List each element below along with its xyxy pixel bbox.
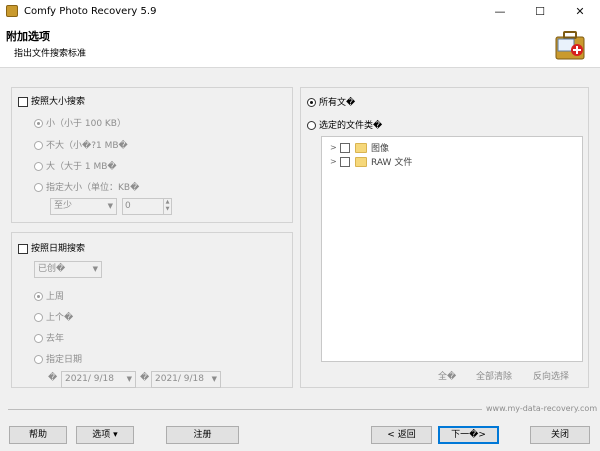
size-value: 0 [125,201,131,211]
tree-item-images[interactable]: > 图像 [330,141,389,154]
size-option-label: 不大（小�?1 MB� [46,141,128,151]
date-to-value: 2021/ 9/18 [155,374,205,384]
close-window-button[interactable]: ✕ [560,0,600,22]
spinner-arrows-icon[interactable]: ▲ ▼ [163,199,171,214]
close-button[interactable]: 关闭 [530,426,590,444]
date-option-last-month[interactable]: 上个� [34,310,73,323]
date-option-label: 指定日期 [46,355,83,365]
invert-selection-button[interactable]: 反向选择 [533,369,569,382]
maximize-button[interactable]: ☐ [520,0,560,22]
radio-icon[interactable] [307,121,316,130]
date-from-prefix: � [48,373,58,383]
file-type-tree[interactable]: > 图像 > RAW 文件 [321,136,583,362]
radio-icon[interactable] [34,183,43,192]
size-option-large[interactable]: 大（大于 1 MB� [34,159,117,172]
next-button[interactable]: 下一�> [438,426,499,444]
date-search-checkbox[interactable]: 按照日期搜索 [18,241,85,254]
wizard-header: 附加选项 指出文件搜索标准 [0,22,600,68]
size-option-label: 小（小于 100 KB） [46,119,126,129]
selected-types-radio[interactable]: 选定的文件类� [307,118,382,131]
chevron-down-icon: ▼ [211,375,217,383]
radio-icon[interactable] [34,355,43,364]
checkbox-box[interactable] [340,142,350,153]
minimize-button[interactable]: — [480,0,520,22]
radio-icon[interactable] [34,119,43,128]
checkbox-box[interactable] [18,96,28,107]
date-option-last-year[interactable]: 去年 [34,331,64,344]
tree-item-raw[interactable]: > RAW 文件 [330,155,412,168]
chevron-right-icon[interactable]: > [330,143,340,152]
radio-icon[interactable] [34,162,43,171]
radio-icon[interactable] [34,334,43,343]
app-icon [6,5,18,17]
selected-types-label: 选定的文件类� [319,121,383,131]
tree-item-label: 图像 [371,144,390,154]
title-bar: Comfy Photo Recovery 5.9 — ☐ ✕ [0,0,600,22]
help-button[interactable]: 帮助 [9,426,67,444]
size-comparison-value: 至少 [54,201,73,211]
size-comparison-select[interactable]: 至少 ▼ [50,198,117,215]
first-aid-kit-icon [555,31,585,60]
size-search-label: 按照大小搜索 [31,97,86,107]
chevron-down-icon: ▼ [126,375,132,383]
size-search-checkbox[interactable]: 按照大小搜索 [18,94,85,107]
size-value-spinner[interactable]: 0 ▲ ▼ [122,198,172,215]
chevron-down-icon: ▼ [92,265,98,273]
radio-icon[interactable] [34,313,43,322]
footer-divider [8,409,482,410]
checkbox-box[interactable] [18,243,28,254]
size-option-label: 指定大小（单位：KB� [46,183,140,193]
date-to-picker[interactable]: 2021/ 9/18 ▼ [151,371,221,388]
options-menu-button[interactable]: 选项 ▾ [76,426,134,444]
radio-icon[interactable] [34,141,43,150]
date-type-select[interactable]: 已创� ▼ [34,261,102,278]
date-option-last-week[interactable]: 上周 [34,289,64,302]
window-title: Comfy Photo Recovery 5.9 [24,5,157,17]
chevron-down-icon: ▼ [107,202,113,210]
back-button[interactable]: < 返回 [371,426,432,444]
clear-all-button[interactable]: 全部清除 [476,369,512,382]
date-from-value: 2021/ 9/18 [65,374,115,384]
date-option-label: 上周 [46,292,65,302]
all-files-radio[interactable]: 所有文� [307,95,355,108]
checkbox-box[interactable] [340,156,350,167]
date-option-label: 去年 [46,334,65,344]
size-option-label: 大（大于 1 MB� [46,162,117,172]
page-title: 附加选项 [6,30,50,43]
date-to-prefix: � [140,373,150,383]
tree-item-label: RAW 文件 [371,158,413,168]
size-option-medium[interactable]: 不大（小�?1 MB� [34,138,128,151]
folder-icon [355,142,367,153]
chevron-right-icon[interactable]: > [330,157,340,166]
size-option-custom[interactable]: 指定大小（单位：KB� [34,180,139,193]
date-type-value: 已创� [38,264,66,274]
register-button[interactable]: 注册 [166,426,239,444]
date-option-label: 上个� [46,313,74,323]
radio-icon[interactable] [34,292,43,301]
date-option-custom[interactable]: 指定日期 [34,352,82,365]
all-files-label: 所有文� [319,98,356,108]
size-option-small[interactable]: 小（小于 100 KB） [34,116,126,129]
select-all-button[interactable]: 全� [438,369,456,382]
radio-icon[interactable] [307,98,316,107]
date-search-label: 按照日期搜索 [31,244,86,254]
folder-icon [355,156,367,167]
page-subtitle: 指出文件搜索标准 [14,49,87,59]
website-link: www.my-data-recovery.com [486,404,598,413]
date-from-picker[interactable]: 2021/ 9/18 ▼ [61,371,136,388]
